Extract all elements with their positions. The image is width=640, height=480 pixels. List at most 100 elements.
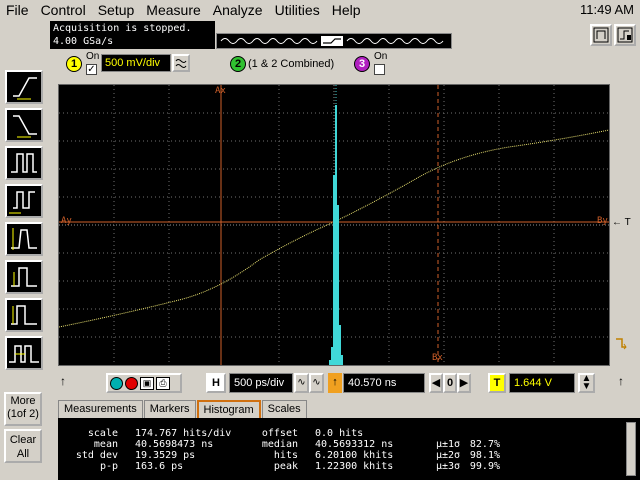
more-page-label: (1of 2): [7, 408, 39, 420]
result-value: 0.0 hits: [315, 428, 364, 439]
waveform-overview[interactable]: [216, 33, 452, 49]
timebase-stepper-icon[interactable]: ∿: [309, 373, 324, 393]
channel-3-on-checkbox[interactable]: [374, 64, 385, 75]
single-acquisition-icon[interactable]: [614, 24, 636, 46]
more-label: More: [10, 395, 36, 407]
position-left-icon[interactable]: ◀: [429, 373, 443, 393]
result-label: peak: [273, 461, 298, 472]
tab-scales[interactable]: Scales: [261, 400, 307, 418]
menu-setup[interactable]: Setup: [92, 0, 141, 20]
overshoot-icon[interactable]: [5, 298, 43, 332]
results-scrollbar[interactable]: [626, 422, 636, 476]
result-value: 6.20100 khits: [315, 450, 394, 461]
tab-bar: Measurements Markers Histogram Scales: [58, 400, 308, 418]
result-value: 40.5698473 ns: [135, 439, 214, 450]
result-label: offset: [261, 428, 298, 439]
scroll-up-icon[interactable]: ↑: [58, 373, 68, 393]
result-label: mean: [93, 439, 118, 450]
rise-time-icon[interactable]: [5, 222, 43, 256]
horizontal-controls: ↑ ▣ ⎙ H 500 ps/div ∿ ∿ ↑ 40.570 ns ◀ 0 ▶…: [56, 373, 640, 397]
result-value: 174.767 hits/div: [135, 428, 232, 439]
tab-measurements[interactable]: Measurements: [58, 400, 143, 418]
menu-file[interactable]: File: [0, 0, 35, 20]
amplitude-icon[interactable]: [5, 260, 43, 294]
run-stop-icon[interactable]: [590, 24, 612, 46]
menu-analyze[interactable]: Analyze: [207, 0, 269, 20]
trigger-level-indicator: ← T: [612, 217, 631, 228]
overview-wave-icon: [220, 36, 444, 46]
tab-histogram[interactable]: Histogram: [196, 400, 261, 418]
menu-help[interactable]: Help: [326, 0, 367, 20]
channel-1-on-label: On: [86, 51, 100, 62]
delay-reference-icon[interactable]: ↑: [328, 373, 342, 393]
result-value: 163.6 ps: [135, 461, 184, 472]
result-value: 98.1%: [469, 450, 500, 461]
waveform-plot: [58, 85, 610, 365]
channel-3-on-label: On: [374, 51, 388, 62]
more-button[interactable]: More (1of 2): [4, 392, 42, 426]
clear-all-button[interactable]: Clear All: [4, 429, 42, 463]
all-label: All: [16, 448, 30, 460]
result-label: µ±2σ: [436, 450, 461, 461]
tab-markers[interactable]: Markers: [143, 400, 196, 418]
delay-icon[interactable]: [5, 336, 43, 370]
trigger-label: T: [624, 217, 631, 228]
image-icon[interactable]: ▣: [140, 376, 154, 390]
channel-controls: 1 On ✓ 500 mV/div 2 (1 & 2 Combined) 3 O…: [60, 51, 640, 78]
marker-ax-label: Ax: [215, 86, 226, 96]
result-value: 1.22300 khits: [315, 461, 394, 472]
marker-ay-label: Ay: [61, 216, 72, 226]
channel-3-badge[interactable]: 3: [354, 56, 370, 72]
channel-1-scale-stepper[interactable]: [172, 54, 190, 72]
result-value: 19.3529 ps: [135, 450, 196, 461]
channel-2-badge[interactable]: 2: [230, 56, 246, 72]
scroll-up-right-icon[interactable]: ↑: [616, 373, 626, 393]
trigger-level-stepper-icon[interactable]: ▲ ▼: [578, 373, 595, 393]
timebase-field[interactable]: 500 ps/div: [229, 373, 293, 393]
acquisition-status: Acquisition is stopped. 4.00 GSa/s: [50, 21, 215, 49]
histogram: [329, 105, 343, 365]
result-label: hits: [273, 450, 298, 461]
waveform-display[interactable]: Ax Bx Ay By: [58, 84, 610, 366]
result-label: scale: [87, 428, 118, 439]
pulse-width-icon[interactable]: [5, 146, 43, 180]
marker-bx-label: Bx: [432, 353, 443, 363]
menu-measure[interactable]: Measure: [140, 0, 206, 20]
position-right-icon[interactable]: ▶: [457, 373, 471, 393]
result-value: 99.9%: [469, 461, 500, 472]
clear-label: Clear: [9, 434, 37, 446]
falling-edge-icon[interactable]: [5, 108, 43, 142]
channel-1-badge[interactable]: 1: [66, 56, 82, 72]
horizontal-position-field[interactable]: 40.570 ns: [343, 373, 425, 393]
result-label: p-p: [99, 461, 118, 472]
marker-by-label: By: [597, 216, 608, 226]
sample-rate: 4.00 GSa/s: [53, 36, 114, 47]
print-icon[interactable]: ⎙: [156, 376, 170, 390]
channel-1-on-checkbox[interactable]: ✓: [86, 64, 97, 75]
status-line: Acquisition is stopped.: [53, 23, 192, 34]
record-icon[interactable]: [125, 376, 138, 390]
period-icon[interactable]: [5, 184, 43, 218]
color-tools: ▣ ⎙: [106, 373, 182, 393]
trigger-level-field[interactable]: 1.644 V: [509, 373, 575, 393]
result-value: 40.5693312 ns: [315, 439, 394, 450]
channel-1-scale[interactable]: 500 mV/div: [101, 54, 171, 72]
channel-2-label: (1 & 2 Combined): [248, 58, 335, 70]
timebase-wave-icon[interactable]: ∿: [294, 373, 309, 393]
trigger-marker-icon[interactable]: [614, 335, 628, 354]
result-value: 82.7%: [469, 439, 500, 450]
position-zero-button[interactable]: 0: [443, 373, 457, 393]
result-label: µ±3σ: [436, 461, 461, 472]
menu-control[interactable]: Control: [35, 0, 92, 20]
wave-stepper-icon: [175, 59, 187, 68]
rising-edge-icon[interactable]: [5, 70, 43, 104]
clock: 11:49 AM: [580, 2, 634, 17]
menu-utilities[interactable]: Utilities: [269, 0, 326, 20]
trigger-t-label[interactable]: T: [488, 373, 506, 393]
result-label: µ±1σ: [436, 439, 461, 450]
result-label: std dev: [75, 450, 118, 461]
menu-bar: File Control Setup Measure Analyze Utili…: [0, 0, 640, 20]
result-label: median: [261, 439, 298, 450]
horizontal-label[interactable]: H: [206, 373, 226, 393]
color-grade-icon[interactable]: [110, 376, 123, 390]
